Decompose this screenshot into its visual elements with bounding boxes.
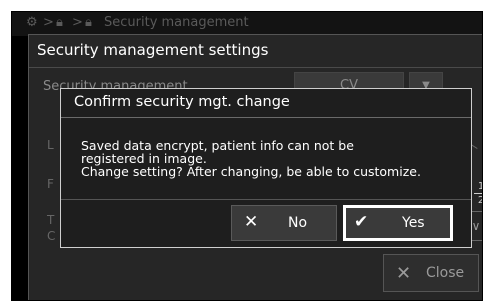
close-icon: ✕ [396, 263, 412, 284]
close-icon: ✕ [244, 212, 259, 232]
no-button[interactable]: ✕ No [231, 205, 337, 241]
breadcrumb: ⚙ > 🔒︎ > 🔒︎ Security management [12, 12, 482, 36]
close-button[interactable]: ✕ Close [383, 254, 479, 292]
gear-icon: ⚙ [26, 15, 38, 30]
dialog-title: Confirm security mgt. change [61, 89, 471, 118]
row-label: C [47, 229, 56, 243]
breadcrumb-title: Security management [104, 15, 249, 30]
device-screen: ⚙ > 🔒︎ > 🔒︎ Security management Security… [11, 11, 483, 301]
row-label: F [47, 177, 54, 191]
divider [61, 199, 471, 200]
check-icon: ✔ [354, 212, 369, 232]
page-indicator: 1 2 [474, 181, 482, 206]
divider [29, 67, 482, 68]
yes-button-label: Yes [402, 215, 425, 231]
row-label: L [47, 138, 54, 152]
dialog-message-line: Change setting? After changing, be able … [81, 164, 421, 179]
no-button-label: No [288, 215, 308, 231]
chevron-down-icon: ∨ [471, 219, 481, 233]
page-current: 1 [478, 181, 482, 192]
dialog-message: Saved data encrypt, patient info can not… [81, 139, 466, 178]
confirm-dialog: Confirm security mgt. change Saved data … [60, 88, 472, 248]
breadcrumb-separator: > [43, 15, 54, 30]
divider [474, 193, 482, 194]
close-button-label: Close [426, 265, 465, 281]
breadcrumb-separator: > [72, 15, 83, 30]
panel-title: Security management settings [37, 41, 269, 59]
page-total: 2 [478, 195, 482, 206]
yes-button[interactable]: ✔ Yes [343, 205, 453, 241]
lock-icon: 🔒︎ [85, 15, 92, 30]
lock-icon: 🔒︎ [56, 15, 63, 30]
row-label: T [47, 213, 55, 227]
